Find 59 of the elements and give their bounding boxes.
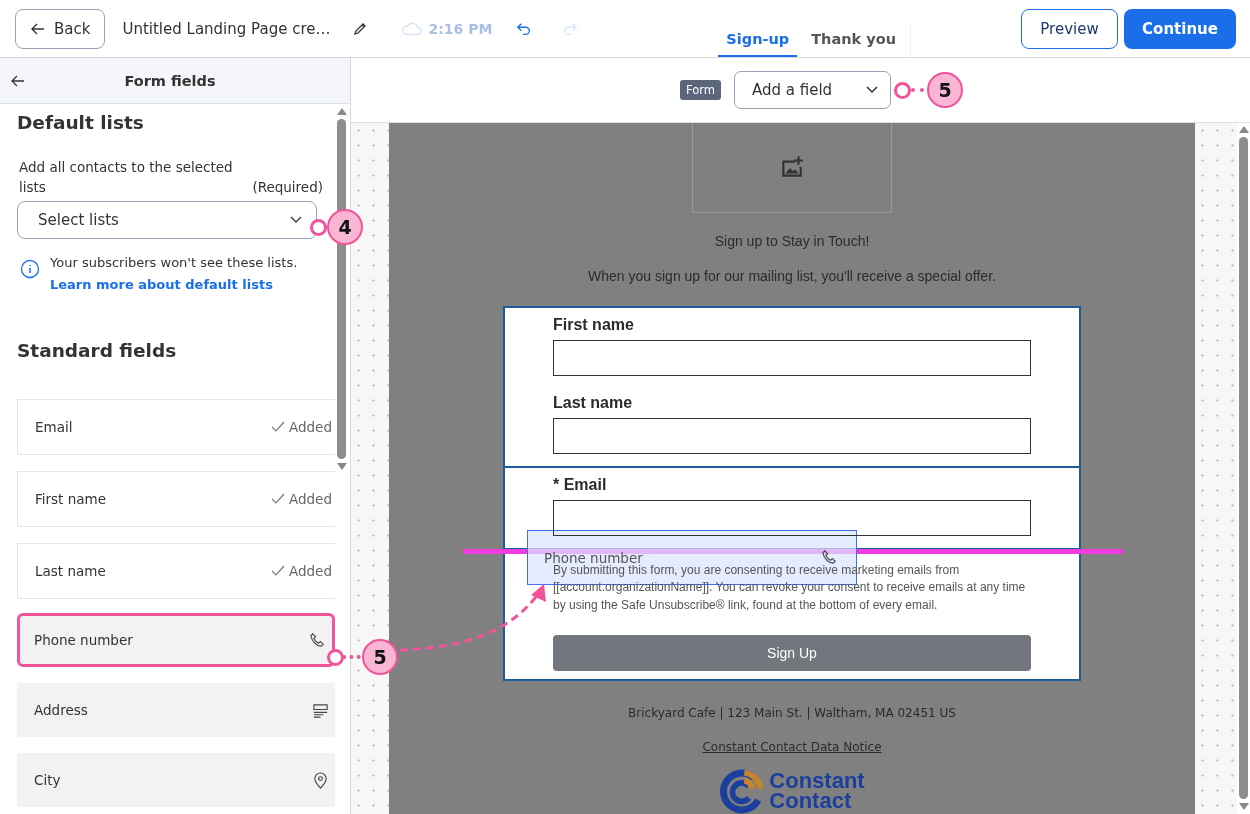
field-card[interactable]: City (17, 753, 335, 807)
field-name: Phone number (34, 632, 133, 648)
callout-marker (894, 82, 911, 99)
chevron-down-icon (866, 86, 878, 94)
page-tab[interactable]: Thank you (803, 23, 904, 57)
add-field-dropdown[interactable]: Add a field (734, 71, 891, 109)
location-pin-icon (312, 771, 329, 789)
form-field-label: Last name (553, 393, 634, 412)
page-title: Untitled Landing Page cre… (122, 19, 331, 38)
continue-button[interactable]: Continue (1124, 8, 1236, 49)
intro-text: When you sign up for our mailing list, you'll receive a special offer. (588, 267, 996, 284)
back-button[interactable]: Back (15, 8, 106, 49)
callout-marker (310, 219, 327, 236)
phone-icon (309, 631, 326, 649)
field-name: City (34, 772, 61, 788)
callout-number: 5 (927, 72, 963, 108)
added-status: Added (271, 563, 332, 579)
logo-icon (719, 768, 766, 814)
section-heading: Default lists (17, 112, 145, 133)
required-label: (Required) (252, 178, 323, 197)
field-card[interactable]: Address (17, 683, 335, 737)
field-card[interactable]: Phone number (17, 613, 335, 667)
added-status: Added (271, 419, 332, 435)
info-text: Your subscribers won't see these lists. Learn more about default lists (50, 254, 299, 294)
field-card[interactable]: Email Added (17, 399, 335, 455)
learn-more-link[interactable]: Learn more about default lists (50, 277, 273, 292)
data-notice-link[interactable]: Constant Contact Data Notice (702, 740, 882, 754)
input-field[interactable] (553, 499, 1031, 536)
save-time: 2:16 PM (428, 20, 493, 37)
field-name: Email (35, 419, 73, 435)
checkmark-icon (271, 493, 285, 505)
field-name: Last name (35, 563, 106, 579)
page-tab[interactable]: Sign-up (718, 23, 798, 57)
preview-button[interactable]: Preview (1021, 8, 1118, 49)
callout-number: 4 (327, 209, 363, 245)
address-lines-icon (312, 701, 329, 719)
sign-up-button[interactable]: Sign Up (553, 635, 1031, 671)
page-heading: Sign up to Stay in Touch! (714, 232, 870, 249)
field-name: First name (35, 491, 106, 507)
field-card[interactable]: Last name Added (17, 543, 335, 599)
input-field[interactable] (553, 417, 1031, 454)
field-name: Address (34, 702, 88, 718)
field-card[interactable]: First name Added (17, 471, 335, 527)
field-label: Add all contacts to the selected lists (19, 158, 234, 197)
footer-address: Brickyard Cafe | 123 Main St. | Waltham, MA 02451 US (628, 706, 956, 720)
form-field-label: First name (553, 315, 635, 334)
form-field-label: * Email (553, 475, 608, 494)
info-icon (20, 259, 40, 279)
added-status: Added (271, 491, 332, 507)
checkmark-icon (271, 421, 285, 433)
checkmark-icon (271, 565, 285, 577)
block-tag: Form (680, 80, 721, 100)
phone-icon (821, 549, 838, 566)
cloud-icon (401, 20, 424, 37)
panel-title: Form fields (123, 72, 217, 89)
input-field[interactable] (553, 339, 1031, 376)
section-heading: Standard fields (17, 340, 178, 361)
logo-text: Constant Contact (769, 771, 865, 811)
chevron-down-icon (290, 216, 302, 224)
